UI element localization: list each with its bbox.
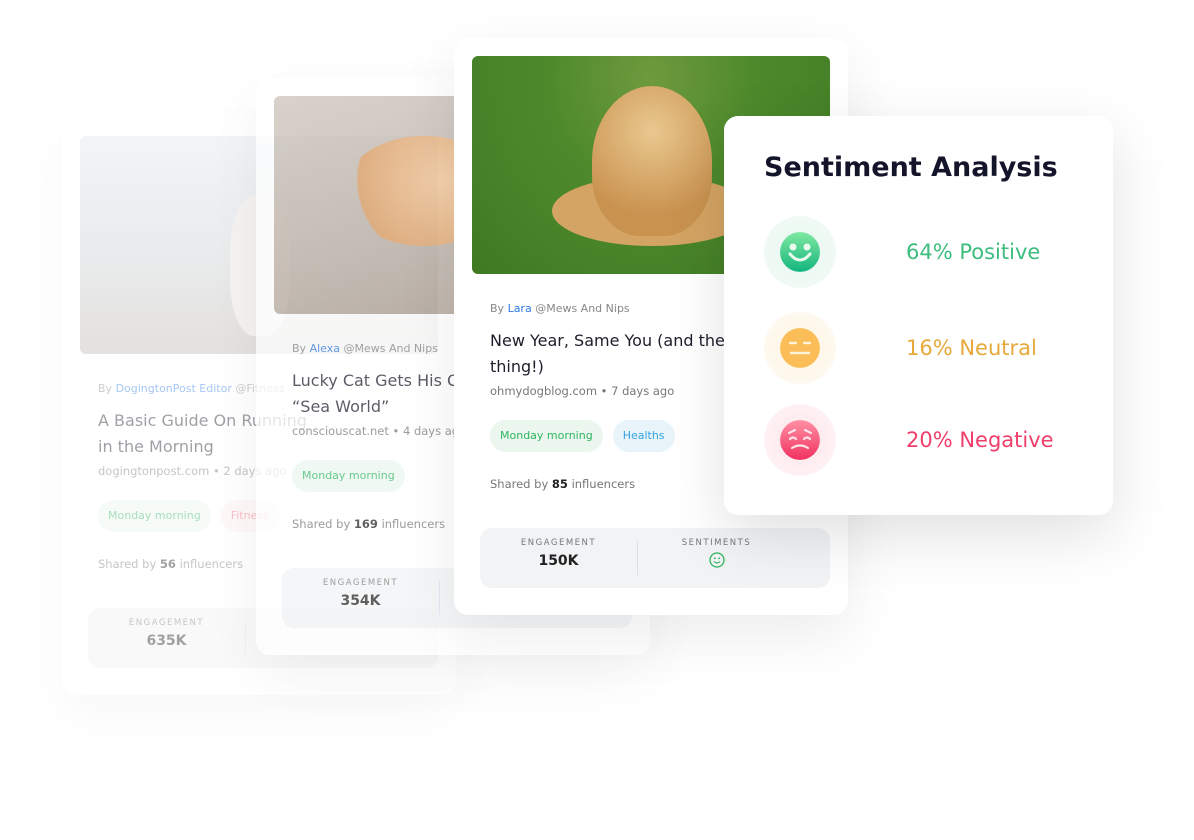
author-link[interactable]: Lara — [508, 302, 532, 315]
sentiment-label: 64% Positive — [906, 240, 1041, 264]
tag[interactable]: Healths — [612, 420, 675, 452]
article-source: ohmydogblog.com • 7 days ago — [490, 384, 675, 398]
panel-title: Sentiment Analysis — [764, 152, 1058, 183]
article-source: consciouscat.net • 4 days ago — [292, 424, 467, 438]
sentiment-label: 20% Negative — [906, 428, 1054, 452]
stats-bar: ENGAGEMENT 150K SENTIMENTS — [480, 528, 830, 588]
engagement-value: 150K — [538, 553, 579, 569]
author-link[interactable]: Alexa — [310, 342, 340, 355]
sentiment-label: 16% Neutral — [906, 336, 1037, 360]
shared-by: Shared by 85 influencers — [490, 477, 636, 491]
engagement-value: 635K — [146, 633, 187, 649]
tag[interactable]: Monday morning — [98, 500, 211, 532]
engagement-label: ENGAGEMENT — [128, 618, 205, 628]
sentiments-label: SENTIMENTS — [681, 538, 752, 548]
engagement-label: ENGAGEMENT — [520, 538, 597, 548]
shared-by: Shared by 56 influencers — [98, 557, 244, 571]
smiling-face-icon — [780, 232, 820, 272]
sentiment-row-neutral: 16% Neutral — [764, 312, 1037, 384]
shared-by: Shared by 169 influencers — [292, 517, 446, 531]
author-link[interactable]: DogingtonPost Editor — [116, 382, 232, 395]
sentiment-analysis-panel: Sentiment Analysis 64% Positive 16% Neut… — [724, 116, 1113, 515]
engagement-label: ENGAGEMENT — [322, 578, 399, 588]
sentiment-row-positive: 64% Positive — [764, 216, 1040, 288]
neutral-face-icon — [780, 328, 820, 368]
worried-face-icon — [780, 420, 820, 460]
article-byline: By Alexa @Mews And Nips — [292, 342, 438, 355]
sentiment-row-negative: 20% Negative — [764, 404, 1054, 476]
tag[interactable]: Monday morning — [292, 460, 405, 492]
tag[interactable]: Monday morning — [490, 420, 603, 452]
engagement-value: 354K — [340, 593, 381, 609]
article-byline: By Lara @Mews And Nips — [490, 302, 630, 315]
smile-icon — [708, 552, 725, 568]
